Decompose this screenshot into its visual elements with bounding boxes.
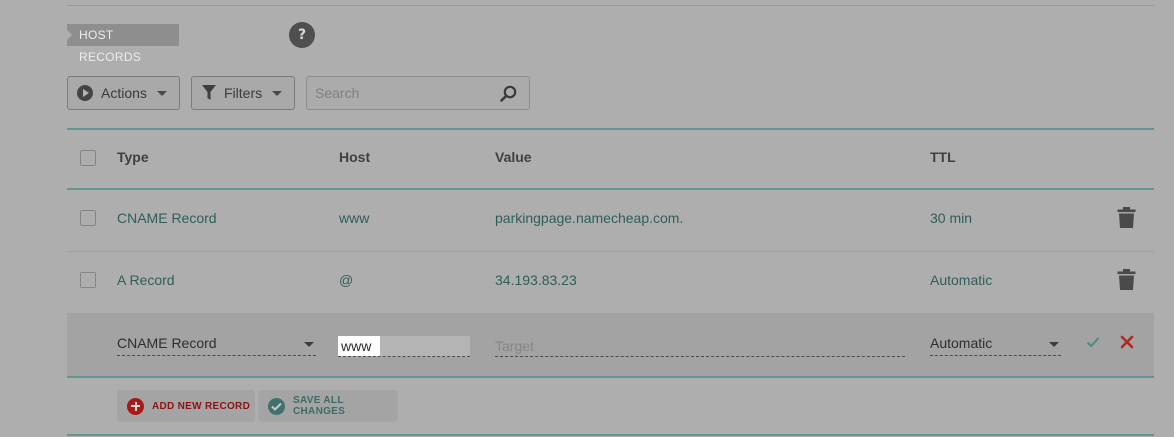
header-divider bbox=[67, 188, 1154, 190]
filters-button[interactable]: Filters bbox=[191, 76, 295, 110]
plus-circle-icon bbox=[127, 397, 144, 415]
header-type: Type bbox=[117, 149, 149, 165]
header-value: Value bbox=[495, 149, 532, 165]
search-icon[interactable] bbox=[500, 85, 517, 102]
header-host: Host bbox=[339, 149, 371, 165]
edit-row-divider bbox=[67, 376, 1154, 378]
row-host: @ bbox=[339, 272, 354, 288]
header-ttl: TTL bbox=[930, 149, 956, 165]
filter-icon bbox=[202, 85, 216, 100]
actions-label: Actions bbox=[101, 85, 147, 101]
chevron-down-icon bbox=[272, 90, 282, 96]
actions-button[interactable]: Actions bbox=[67, 76, 180, 110]
section-title: HOST RECORDS bbox=[67, 24, 179, 64]
chevron-down-icon bbox=[304, 342, 314, 347]
row-ttl: 30 min bbox=[930, 210, 973, 226]
row-type: CNAME Record bbox=[117, 210, 217, 226]
row-value: 34.193.83.23 bbox=[495, 272, 577, 288]
filters-label: Filters bbox=[224, 85, 263, 101]
trash-icon[interactable] bbox=[1117, 269, 1136, 290]
type-select[interactable]: CNAME Record bbox=[117, 334, 316, 356]
ttl-select[interactable]: Automatic bbox=[930, 334, 1061, 356]
table-top-border bbox=[67, 128, 1154, 130]
table-bottom-border bbox=[67, 434, 1154, 436]
select-all-checkbox[interactable] bbox=[80, 150, 96, 166]
save-all-changes-label: SAVE ALL CHANGES bbox=[293, 395, 346, 417]
play-circle-icon bbox=[77, 85, 93, 101]
row-value: parkingpage.namecheap.com. bbox=[495, 210, 684, 226]
row-checkbox[interactable] bbox=[80, 272, 96, 288]
value-input[interactable] bbox=[495, 336, 905, 357]
ttl-select-value: Automatic bbox=[930, 335, 993, 351]
close-icon[interactable] bbox=[1120, 335, 1134, 349]
top-divider bbox=[67, 5, 1154, 6]
row-ttl: Automatic bbox=[930, 272, 993, 288]
row-divider bbox=[67, 251, 1154, 252]
trash-icon[interactable] bbox=[1117, 207, 1136, 228]
help-button[interactable]: ? bbox=[289, 22, 315, 48]
search-input[interactable] bbox=[307, 77, 487, 109]
add-new-record-button[interactable]: ADD NEW RECORD bbox=[117, 390, 255, 422]
check-circle-icon bbox=[268, 397, 285, 415]
row-host: www bbox=[339, 210, 370, 226]
chevron-down-icon bbox=[1049, 342, 1059, 347]
check-icon[interactable] bbox=[1086, 335, 1100, 349]
type-select-value: CNAME Record bbox=[117, 335, 217, 351]
add-new-record-label: ADD NEW RECORD bbox=[152, 400, 251, 412]
row-checkbox[interactable] bbox=[80, 210, 96, 226]
host-input[interactable] bbox=[338, 336, 380, 356]
chevron-down-icon bbox=[157, 90, 167, 96]
search-box bbox=[306, 76, 530, 110]
host-field bbox=[338, 336, 470, 357]
row-type: A Record bbox=[117, 272, 175, 288]
save-all-changes-button[interactable]: SAVE ALL CHANGES bbox=[258, 390, 398, 422]
